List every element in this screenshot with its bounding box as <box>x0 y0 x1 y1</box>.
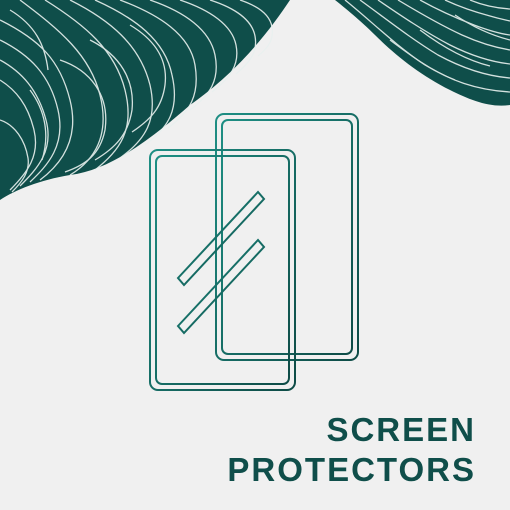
wave-pattern-top-left <box>0 0 290 200</box>
wave-fill-top-right <box>335 0 510 106</box>
caption-line-2: PROTECTORS <box>227 451 476 488</box>
caption: SCREEN PROTECTORS <box>227 410 476 490</box>
caption-line-1: SCREEN <box>326 411 476 448</box>
wave-pattern-top-right <box>335 0 510 106</box>
screen-protector-icon <box>149 113 359 391</box>
